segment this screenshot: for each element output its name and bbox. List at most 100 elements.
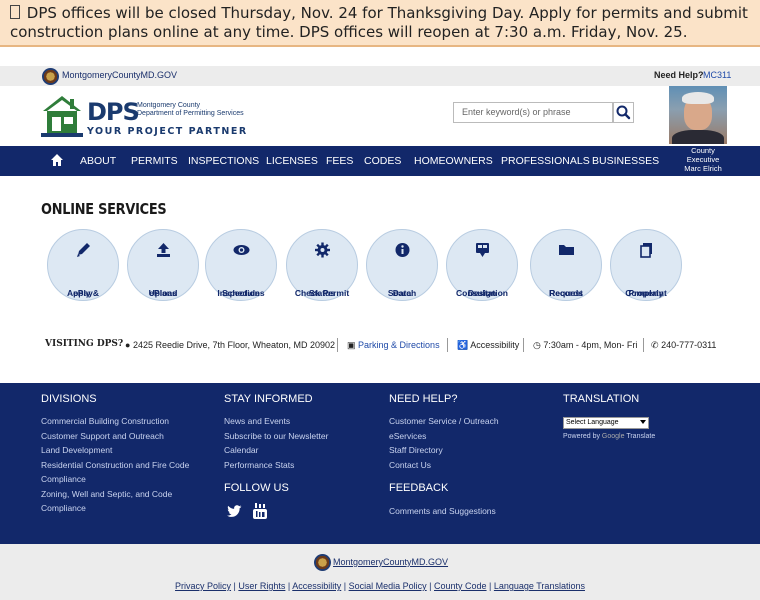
search-input[interactable]: Enter keyword(s) or phrase bbox=[453, 102, 613, 123]
twitter-icon[interactable] bbox=[227, 505, 242, 518]
parking-directions-link[interactable]: ▣ Parking & Directions bbox=[347, 340, 440, 351]
footer-link[interactable]: Subscribe to our Newsletter bbox=[224, 429, 328, 444]
footer-link[interactable]: Contact Us bbox=[389, 458, 499, 473]
nav-permits[interactable]: PERMITS bbox=[131, 155, 178, 167]
youtube-icon[interactable] bbox=[253, 503, 267, 519]
county-topbar: MontgomeryCountyMD.GOV Need Help? MC311 bbox=[0, 66, 760, 86]
gear-icon bbox=[315, 242, 330, 258]
car-icon: ▣ bbox=[347, 340, 356, 350]
footer-translation-heading: TRANSLATION bbox=[563, 393, 640, 405]
visiting-title: VISITING DPS? bbox=[45, 339, 124, 349]
alert-text: DPS offices will be closed Thursday, Nov… bbox=[10, 4, 748, 41]
need-help-label: Need Help? bbox=[654, 70, 704, 80]
info-icon bbox=[395, 243, 410, 257]
footer-link[interactable]: News and Events bbox=[224, 414, 328, 429]
powered-by-google-translate[interactable]: Powered by Google Translate bbox=[563, 433, 655, 440]
footer-feedback-heading: FEEDBACK bbox=[389, 482, 449, 494]
alert-banner: DPS offices will be closed Thursday, Nov… bbox=[0, 0, 760, 47]
footer-link[interactable]: Comments and Suggestions bbox=[389, 504, 496, 519]
county-seal-icon bbox=[42, 68, 59, 85]
footer-link[interactable]: Customer Service / Outreach bbox=[389, 414, 499, 429]
accessibility-link[interactable]: Accessibility bbox=[292, 581, 341, 591]
service-schedule-inspections[interactable]: Schedule Inspections bbox=[205, 229, 277, 301]
office-hours: ◷ 7:30am - 4pm, Mon- Fri bbox=[533, 340, 638, 350]
mc311-link[interactable]: MC311 bbox=[703, 70, 731, 80]
nav-professionals[interactable]: PROFESSIONALS bbox=[501, 155, 590, 167]
footer-link[interactable]: Calendar bbox=[224, 443, 328, 458]
footer-follow-us-heading: FOLLOW US bbox=[224, 482, 289, 494]
footer-link[interactable]: Compliance bbox=[41, 472, 189, 487]
footer-divisions-links: Commercial Building Construction Custome… bbox=[41, 414, 189, 516]
footer-link[interactable]: eServices bbox=[389, 429, 499, 444]
county-executive-caption[interactable]: County Executive Marc Elrich bbox=[677, 146, 729, 173]
home-icon[interactable] bbox=[50, 153, 64, 167]
address: ● 2425 Reedie Drive, 7th Floor, Wheaton,… bbox=[125, 340, 336, 350]
nav-inspections[interactable]: INSPECTIONS bbox=[188, 155, 259, 167]
alert-glyph-icon bbox=[10, 5, 20, 19]
nav-homeowners[interactable]: HOMEOWNERS bbox=[414, 155, 493, 167]
dps-logo[interactable]: DPS Montgomery County Department of Permi… bbox=[41, 93, 256, 139]
wheelchair-icon: ♿ bbox=[457, 340, 469, 350]
footer-feedback-links: Comments and Suggestions bbox=[389, 504, 496, 519]
county-seal-icon bbox=[314, 554, 331, 571]
logo-org-name: Montgomery County Department of Permittin… bbox=[137, 102, 244, 117]
map-marker-icon: ● bbox=[125, 340, 131, 350]
footer-link[interactable]: Land Development bbox=[41, 443, 189, 458]
footer-link[interactable]: Commercial Building Construction bbox=[41, 414, 189, 429]
nav-about[interactable]: ABOUT bbox=[80, 155, 116, 167]
nav-businesses[interactable]: BUSINESSES bbox=[592, 155, 659, 167]
chevron-down-icon bbox=[640, 420, 646, 424]
bottom-county-link[interactable]: MontgomeryCountyMD.GOV bbox=[333, 557, 448, 567]
county-website-link[interactable]: MontgomeryCountyMD.GOV bbox=[62, 70, 177, 80]
logo-acronym: DPS bbox=[87, 98, 140, 126]
footer-link[interactable]: Customer Support and Outreach bbox=[41, 429, 189, 444]
house-logo-icon bbox=[41, 96, 83, 137]
language-select[interactable]: Select Language bbox=[563, 417, 649, 429]
phone-number[interactable]: ✆ 240-777-0311 bbox=[651, 340, 716, 351]
footer-link[interactable]: Zoning, Well and Septic, and Code bbox=[41, 487, 189, 502]
county-executive-photo[interactable] bbox=[669, 86, 727, 144]
footer-stay-informed-heading: STAY INFORMED bbox=[224, 393, 313, 405]
bottom-bar: MontgomeryCountyMD.GOV Privacy Policy | … bbox=[0, 544, 760, 600]
user-rights-link[interactable]: User Rights bbox=[238, 581, 285, 591]
online-services-heading: ONLINE SERVICES bbox=[41, 200, 167, 218]
footer-divisions-heading: DIVISIONS bbox=[41, 393, 97, 405]
service-request-records[interactable]: Request Records bbox=[530, 229, 602, 301]
main-navigation: ABOUT PERMITS INSPECTIONS LICENSES FEES … bbox=[0, 146, 760, 176]
footer-link[interactable]: Staff Directory bbox=[389, 443, 499, 458]
social-media-policy-link[interactable]: Social Media Policy bbox=[349, 581, 427, 591]
accessibility-info[interactable]: ♿ Accessibility bbox=[457, 340, 519, 351]
service-data-search[interactable]: Data Search bbox=[366, 229, 438, 301]
service-check-permit-status[interactable]: Check Permit Status bbox=[286, 229, 358, 301]
footer-link[interactable]: Residential Construction and Fire Code bbox=[41, 458, 189, 473]
consultation-icon bbox=[476, 243, 489, 257]
nav-licenses[interactable]: LICENSES bbox=[266, 155, 318, 167]
footer-link[interactable]: Performance Stats bbox=[224, 458, 328, 473]
service-apply-epay[interactable]: Apply & ePay bbox=[47, 229, 119, 301]
document-icon bbox=[640, 243, 652, 258]
language-translations-link[interactable]: Language Translations bbox=[494, 581, 585, 591]
logo-tagline: YOUR PROJECT PARTNER bbox=[87, 126, 248, 137]
legal-links: Privacy Policy | User Rights | Accessibi… bbox=[175, 581, 585, 591]
service-eplans-upload[interactable]: ePlans Upload bbox=[127, 229, 199, 301]
site-footer: DIVISIONS Commercial Building Constructi… bbox=[0, 383, 760, 544]
footer-link[interactable]: Compliance bbox=[41, 501, 189, 516]
privacy-policy-link[interactable]: Privacy Policy bbox=[175, 581, 231, 591]
nav-fees[interactable]: FEES bbox=[326, 155, 353, 167]
search-button[interactable] bbox=[613, 102, 634, 123]
upload-icon bbox=[157, 243, 170, 257]
clock-icon: ◷ bbox=[533, 340, 541, 350]
county-code-link[interactable]: County Code bbox=[434, 581, 487, 591]
nav-codes[interactable]: CODES bbox=[364, 155, 401, 167]
phone-icon: ✆ bbox=[651, 340, 659, 350]
footer-need-help-links: Customer Service / Outreach eServices St… bbox=[389, 414, 499, 472]
footer-need-help-heading: NEED HELP? bbox=[389, 393, 458, 405]
pencil-icon bbox=[77, 243, 90, 257]
service-property-complaint[interactable]: Property Complaint bbox=[610, 229, 682, 301]
footer-stay-informed-links: News and Events Subscribe to our Newslet… bbox=[224, 414, 328, 472]
search-icon bbox=[616, 105, 631, 120]
eye-icon bbox=[233, 245, 250, 255]
visiting-dps-bar: VISITING DPS? ● 2425 Reedie Drive, 7th F… bbox=[45, 338, 725, 354]
folder-icon bbox=[559, 245, 574, 255]
service-design-consultation[interactable]: Design Consultation bbox=[446, 229, 518, 301]
